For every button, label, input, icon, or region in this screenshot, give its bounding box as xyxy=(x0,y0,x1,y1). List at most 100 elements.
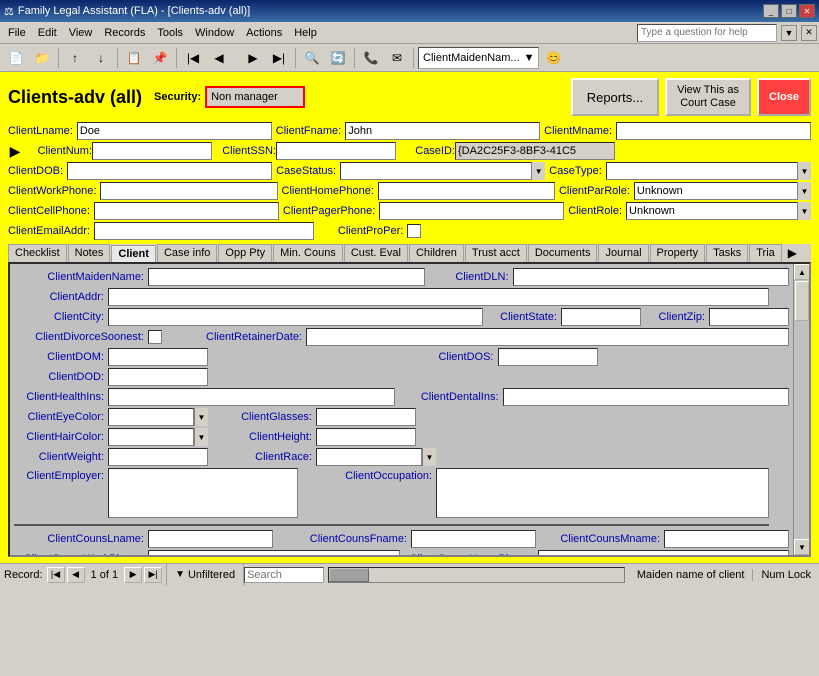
clientnum-input[interactable] xyxy=(92,142,212,160)
menu-records[interactable]: Records xyxy=(98,25,151,41)
help-close-button[interactable]: ✕ xyxy=(801,25,817,41)
menu-tools[interactable]: Tools xyxy=(151,25,189,41)
scroll-up-button[interactable]: ▲ xyxy=(794,264,810,280)
clientoccupation-input[interactable] xyxy=(436,468,769,518)
search-input[interactable] xyxy=(244,567,324,583)
prev-nav-button[interactable]: ◀ xyxy=(67,567,85,583)
paste-button[interactable]: 📌 xyxy=(148,47,172,69)
clienthaircolor-input[interactable] xyxy=(108,428,194,446)
clientemployer-input[interactable] xyxy=(108,468,298,518)
haircolor-arrow[interactable]: ▼ xyxy=(194,428,208,446)
close-form-button[interactable]: Close xyxy=(757,78,811,116)
tab-checklist[interactable]: Checklist xyxy=(8,244,67,262)
clientheight-input[interactable] xyxy=(316,428,416,446)
sort-desc-button[interactable]: ↓ xyxy=(89,47,113,69)
clientcity-input[interactable] xyxy=(108,308,483,326)
sort-asc-button[interactable]: ↑ xyxy=(63,47,87,69)
casestatus-arrow[interactable]: ▼ xyxy=(531,162,545,180)
tab-tasks[interactable]: Tasks xyxy=(706,244,748,262)
next-nav-button[interactable]: ▶ xyxy=(124,567,142,583)
clientdod-input[interactable] xyxy=(108,368,208,386)
open-button[interactable]: 📁 xyxy=(30,47,54,69)
clienteyecolor-input[interactable] xyxy=(108,408,194,426)
smiley-button[interactable]: 😊 xyxy=(541,47,565,69)
clientdos-input[interactable] xyxy=(498,348,598,366)
help-expand-button[interactable]: ▼ xyxy=(781,25,797,41)
close-window-button[interactable]: ✕ xyxy=(799,4,815,18)
clientcounsmname-input[interactable] xyxy=(664,530,789,548)
menu-view[interactable]: View xyxy=(63,25,99,41)
casetype-arrow[interactable]: ▼ xyxy=(797,162,811,180)
menu-file[interactable]: File xyxy=(2,25,32,41)
security-input[interactable] xyxy=(205,86,305,108)
clientfname-input[interactable] xyxy=(345,122,540,140)
menu-window[interactable]: Window xyxy=(189,25,240,41)
menu-help[interactable]: Help xyxy=(288,25,323,41)
clientcounslname-input[interactable] xyxy=(148,530,273,548)
tab-tria[interactable]: Tria xyxy=(749,244,782,262)
tab-scroll-right[interactable]: ▶ xyxy=(785,244,800,262)
next-record-button[interactable]: ▶ xyxy=(241,47,265,69)
clientdob-input[interactable] xyxy=(67,162,272,180)
last-record-button[interactable]: ▶| xyxy=(267,47,291,69)
clientlname-input[interactable] xyxy=(77,122,272,140)
filter-button[interactable]: ▼ Unfiltered xyxy=(167,564,244,585)
prev-record-button[interactable]: ◀ xyxy=(207,47,231,69)
tab-client[interactable]: Client xyxy=(111,245,156,263)
clientaddr-input[interactable] xyxy=(108,288,769,306)
email-button[interactable]: ✉ xyxy=(385,47,409,69)
clientproper-checkbox[interactable] xyxy=(407,224,421,238)
view-court-button[interactable]: View This as Court Case xyxy=(665,78,751,116)
clientpagerphone-input[interactable] xyxy=(379,202,564,220)
casetype-input[interactable] xyxy=(606,162,811,180)
last-nav-button[interactable]: ▶| xyxy=(144,567,162,583)
clientglasses-input[interactable] xyxy=(316,408,416,426)
clientweight-input[interactable] xyxy=(108,448,208,466)
tab-caseinfo[interactable]: Case info xyxy=(157,244,217,262)
restore-button[interactable]: □ xyxy=(781,4,797,18)
clientzip-input[interactable] xyxy=(709,308,789,326)
clientrole-arrow[interactable]: ▼ xyxy=(797,202,811,220)
tab-documents[interactable]: Documents xyxy=(528,244,598,262)
refresh-button[interactable]: 🔄 xyxy=(326,47,350,69)
tab-opppty[interactable]: Opp Pty xyxy=(218,244,272,262)
clientparrole-input[interactable] xyxy=(634,182,811,200)
eyecolor-arrow[interactable]: ▼ xyxy=(194,408,208,426)
help-input[interactable] xyxy=(637,24,777,42)
clientstate-input[interactable] xyxy=(561,308,641,326)
clientrace-input[interactable] xyxy=(316,448,422,466)
clientdentalins-input[interactable] xyxy=(503,388,790,406)
clientmaidenname-input[interactable] xyxy=(148,268,425,286)
clientcounshomephone-input[interactable] xyxy=(538,550,790,555)
clientmname-input[interactable] xyxy=(616,122,811,140)
filter-button[interactable]: 🔍 xyxy=(300,47,324,69)
first-nav-button[interactable]: |◀ xyxy=(47,567,65,583)
clientcounsfname-input[interactable] xyxy=(411,530,536,548)
clientworkphone-input[interactable] xyxy=(100,182,277,200)
first-record-button[interactable]: |◀ xyxy=(181,47,205,69)
reports-button[interactable]: Reports... xyxy=(571,78,659,116)
clientparrole-arrow[interactable]: ▼ xyxy=(797,182,811,200)
clientdln-input[interactable] xyxy=(513,268,790,286)
minimize-button[interactable]: _ xyxy=(763,4,779,18)
h-scroll-thumb[interactable] xyxy=(329,568,369,582)
clientdom-input[interactable] xyxy=(108,348,208,366)
menu-edit[interactable]: Edit xyxy=(32,25,63,41)
tab-journal[interactable]: Journal xyxy=(598,244,648,262)
horizontal-scrollbar[interactable] xyxy=(328,567,625,583)
clientdivorcesoonest-checkbox[interactable] xyxy=(148,330,162,344)
scroll-down-button[interactable]: ▼ xyxy=(794,539,810,555)
phone-button[interactable]: 📞 xyxy=(359,47,383,69)
tab-property[interactable]: Property xyxy=(650,244,706,262)
casestatus-input[interactable] xyxy=(340,162,545,180)
tab-mincouns[interactable]: Min. Couns xyxy=(273,244,343,262)
clientcounsworkphone-input[interactable] xyxy=(148,550,400,555)
clienthomephone-input[interactable] xyxy=(378,182,555,200)
clientrace-arrow[interactable]: ▼ xyxy=(422,448,436,466)
scroll-thumb[interactable] xyxy=(795,281,809,321)
tab-custeval[interactable]: Cust. Eval xyxy=(344,244,408,262)
new-button[interactable]: 📄 xyxy=(4,47,28,69)
client-combo[interactable]: ClientMaidenNam... ▼ xyxy=(418,47,539,69)
clienthealthins-input[interactable] xyxy=(108,388,395,406)
clientcellphone-input[interactable] xyxy=(94,202,279,220)
